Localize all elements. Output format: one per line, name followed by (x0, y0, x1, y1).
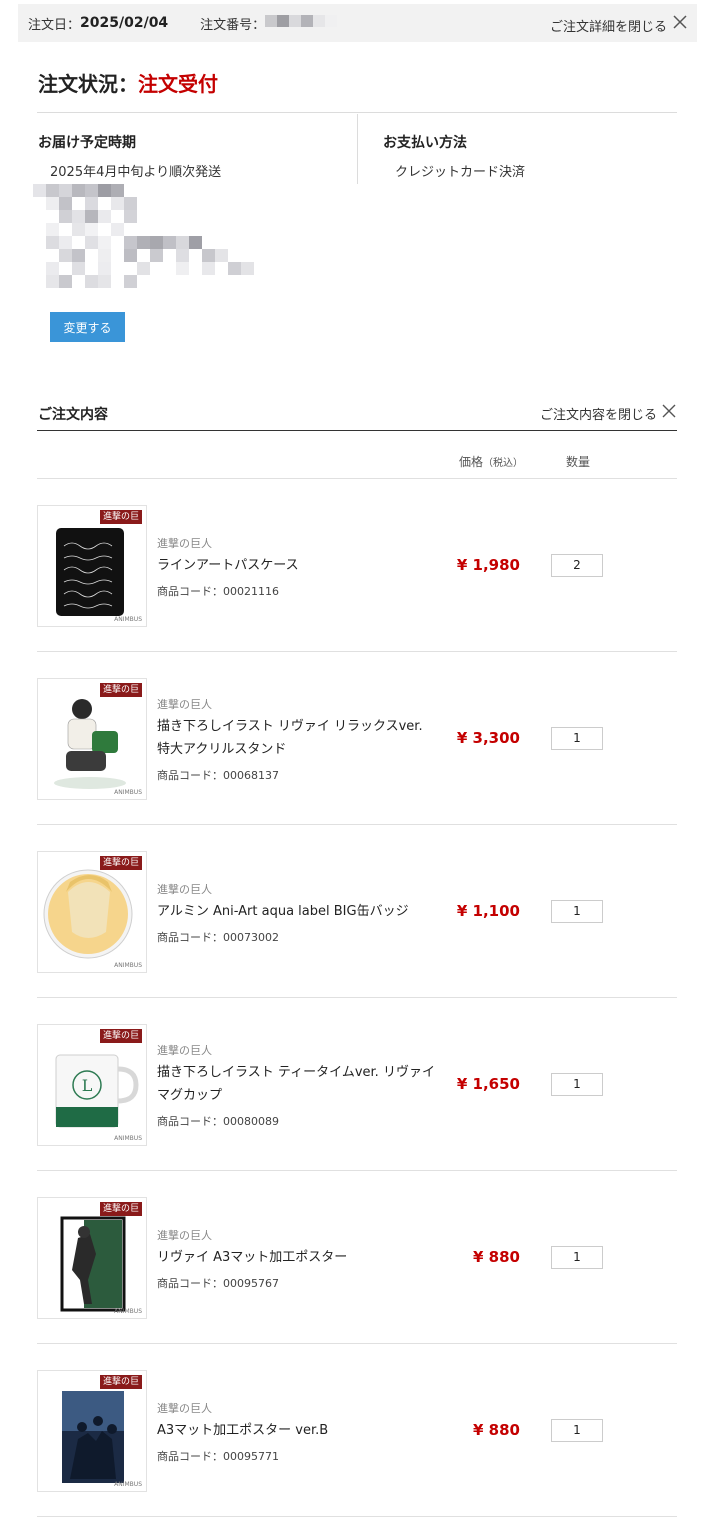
product-price: ¥ 880 (473, 1421, 520, 1439)
quantity-field[interactable]: 1 (551, 727, 603, 750)
close-icon[interactable] (661, 403, 677, 419)
divider (37, 112, 677, 113)
close-icon[interactable] (671, 13, 689, 31)
product-name[interactable]: 描き下ろしイラスト ティータイムver. リヴァイ マグカップ (157, 1061, 437, 1107)
brand-mark: ANIMBUS (114, 1135, 142, 1142)
series-name: 進撃の巨人 (157, 1402, 212, 1415)
product-code: 商品コード：00021116 (157, 585, 279, 598)
divider (37, 430, 677, 431)
order-number-label: 注文番号： (200, 17, 266, 33)
order-date: 2025/02/04 (80, 15, 169, 31)
brand-mark: ANIMBUS (114, 616, 142, 623)
divider (357, 114, 358, 184)
quantity-field[interactable]: 2 (551, 554, 603, 577)
product-price: ¥ 1,980 (456, 556, 520, 574)
payment-heading: お支払い方法 (383, 135, 467, 151)
poster-image (62, 1391, 124, 1483)
delivery-info: お届け予定時期 2025年4月中旬より順次発送 (38, 132, 221, 180)
product-image[interactable]: 進撃の巨人 L ANIMBUS (37, 1024, 147, 1146)
order-item: 進撃の巨人 ANIMBUS 進撃の巨人 A3マット加工ポスター ver.B 商品… (37, 1344, 677, 1517)
product-code: 商品コード：00095767 (157, 1277, 279, 1290)
order-item: 進撃の巨人 ANIMBUS 進撃の巨人 ラインアートパスケース 商品コード：00… (37, 479, 677, 652)
order-number-redacted (265, 15, 338, 31)
quantity-field[interactable]: 1 (551, 1246, 603, 1269)
product-name[interactable]: アルミン Ani-Art aqua label BIG缶バッジ (157, 900, 437, 923)
order-contents-title: ご注文内容 (38, 407, 108, 423)
product-code: 商品コード：00073002 (157, 931, 279, 944)
series-name: 進撃の巨人 (157, 537, 212, 550)
acrylic-stand-image (54, 699, 126, 789)
price-header-label: 価格 (459, 455, 484, 469)
product-price: ¥ 3,300 (456, 729, 520, 747)
mug-image: L (55, 1054, 139, 1128)
product-name[interactable]: ラインアートパスケース (157, 554, 437, 577)
delivery-value: 2025年4月中旬より順次発送 (50, 165, 222, 180)
quantity-field[interactable]: 1 (551, 1419, 603, 1442)
price-tax-note: （税込） (483, 458, 524, 469)
order-item: 進撃の巨人 L ANIMBUS 進撃の巨人 描き下ろしイラスト ティータイムve… (37, 998, 677, 1171)
poster-image (60, 1216, 126, 1312)
delivery-heading: お届け予定時期 (38, 135, 136, 151)
brand-mark: ANIMBUS (114, 789, 142, 796)
quantity-field[interactable]: 1 (551, 900, 603, 923)
product-price: ¥ 1,100 (456, 902, 520, 920)
change-button[interactable]: 変更する (50, 312, 125, 342)
product-image[interactable]: 進撃の巨人 ANIMBUS (37, 505, 147, 627)
close-contents-link[interactable]: ご注文内容を閉じる (540, 404, 657, 423)
series-name: 進撃の巨人 (157, 1044, 212, 1057)
brand-mark: ANIMBUS (114, 1308, 142, 1315)
product-image[interactable]: 進撃の巨人 ANIMBUS (37, 1197, 147, 1319)
quantity-field[interactable]: 1 (551, 1073, 603, 1096)
product-price: ¥ 880 (473, 1248, 520, 1266)
product-code: 商品コード：00068137 (157, 769, 279, 782)
order-item: 進撃の巨人 ANIMBUS 進撃の巨人 リヴァイ A3マット加工ポスター 商品コ… (37, 1171, 677, 1344)
brand-mark: ANIMBUS (114, 1481, 142, 1488)
product-price: ¥ 1,650 (456, 1075, 520, 1093)
svg-text:L: L (82, 1076, 93, 1095)
product-name[interactable]: 描き下ろしイラスト リヴァイ リラックスver. 特大アクリルスタンド (157, 715, 437, 761)
pass-case-image (56, 528, 124, 616)
series-name: 進撃の巨人 (157, 883, 212, 896)
order-item: 進撃の巨人 ANIMBUS 進撃の巨人 アルミン Ani-Art aqua la… (37, 825, 677, 998)
order-date-label: 注文日： (28, 17, 81, 33)
series-name: 進撃の巨人 (157, 698, 212, 711)
order-status: 注文状況：注文受付 (38, 68, 218, 97)
close-details-link[interactable]: ご注文詳細を閉じる (550, 16, 667, 35)
order-header-bar: 注文日： 2025/02/04 注文番号： ご注文詳細を閉じる (18, 4, 697, 42)
order-item: 進撃の巨人 ANIMBUS 進撃の巨人 描き下ろしイラスト リヴァイ リラックス… (37, 652, 677, 825)
brand-mark: ANIMBUS (114, 962, 142, 969)
column-header-price: 価格（税込） (459, 453, 523, 470)
product-image[interactable]: 進撃の巨人 ANIMBUS (37, 678, 147, 800)
badge-image (43, 869, 133, 959)
product-code: 商品コード：00095771 (157, 1450, 279, 1463)
product-name[interactable]: A3マット加工ポスター ver.B (157, 1419, 437, 1442)
order-status-value: 注文受付 (138, 72, 218, 96)
payment-value: クレジットカード決済 (395, 165, 526, 180)
order-status-label: 注文状況： (38, 72, 138, 96)
column-header-qty: 数量 (566, 455, 591, 469)
payment-info: お支払い方法 クレジットカード決済 (383, 132, 525, 180)
product-image[interactable]: 進撃の巨人 ANIMBUS (37, 1370, 147, 1492)
product-code: 商品コード：00080089 (157, 1115, 279, 1128)
series-name: 進撃の巨人 (157, 1229, 212, 1242)
product-name[interactable]: リヴァイ A3マット加工ポスター (157, 1246, 437, 1269)
product-image[interactable]: 進撃の巨人 ANIMBUS (37, 851, 147, 973)
